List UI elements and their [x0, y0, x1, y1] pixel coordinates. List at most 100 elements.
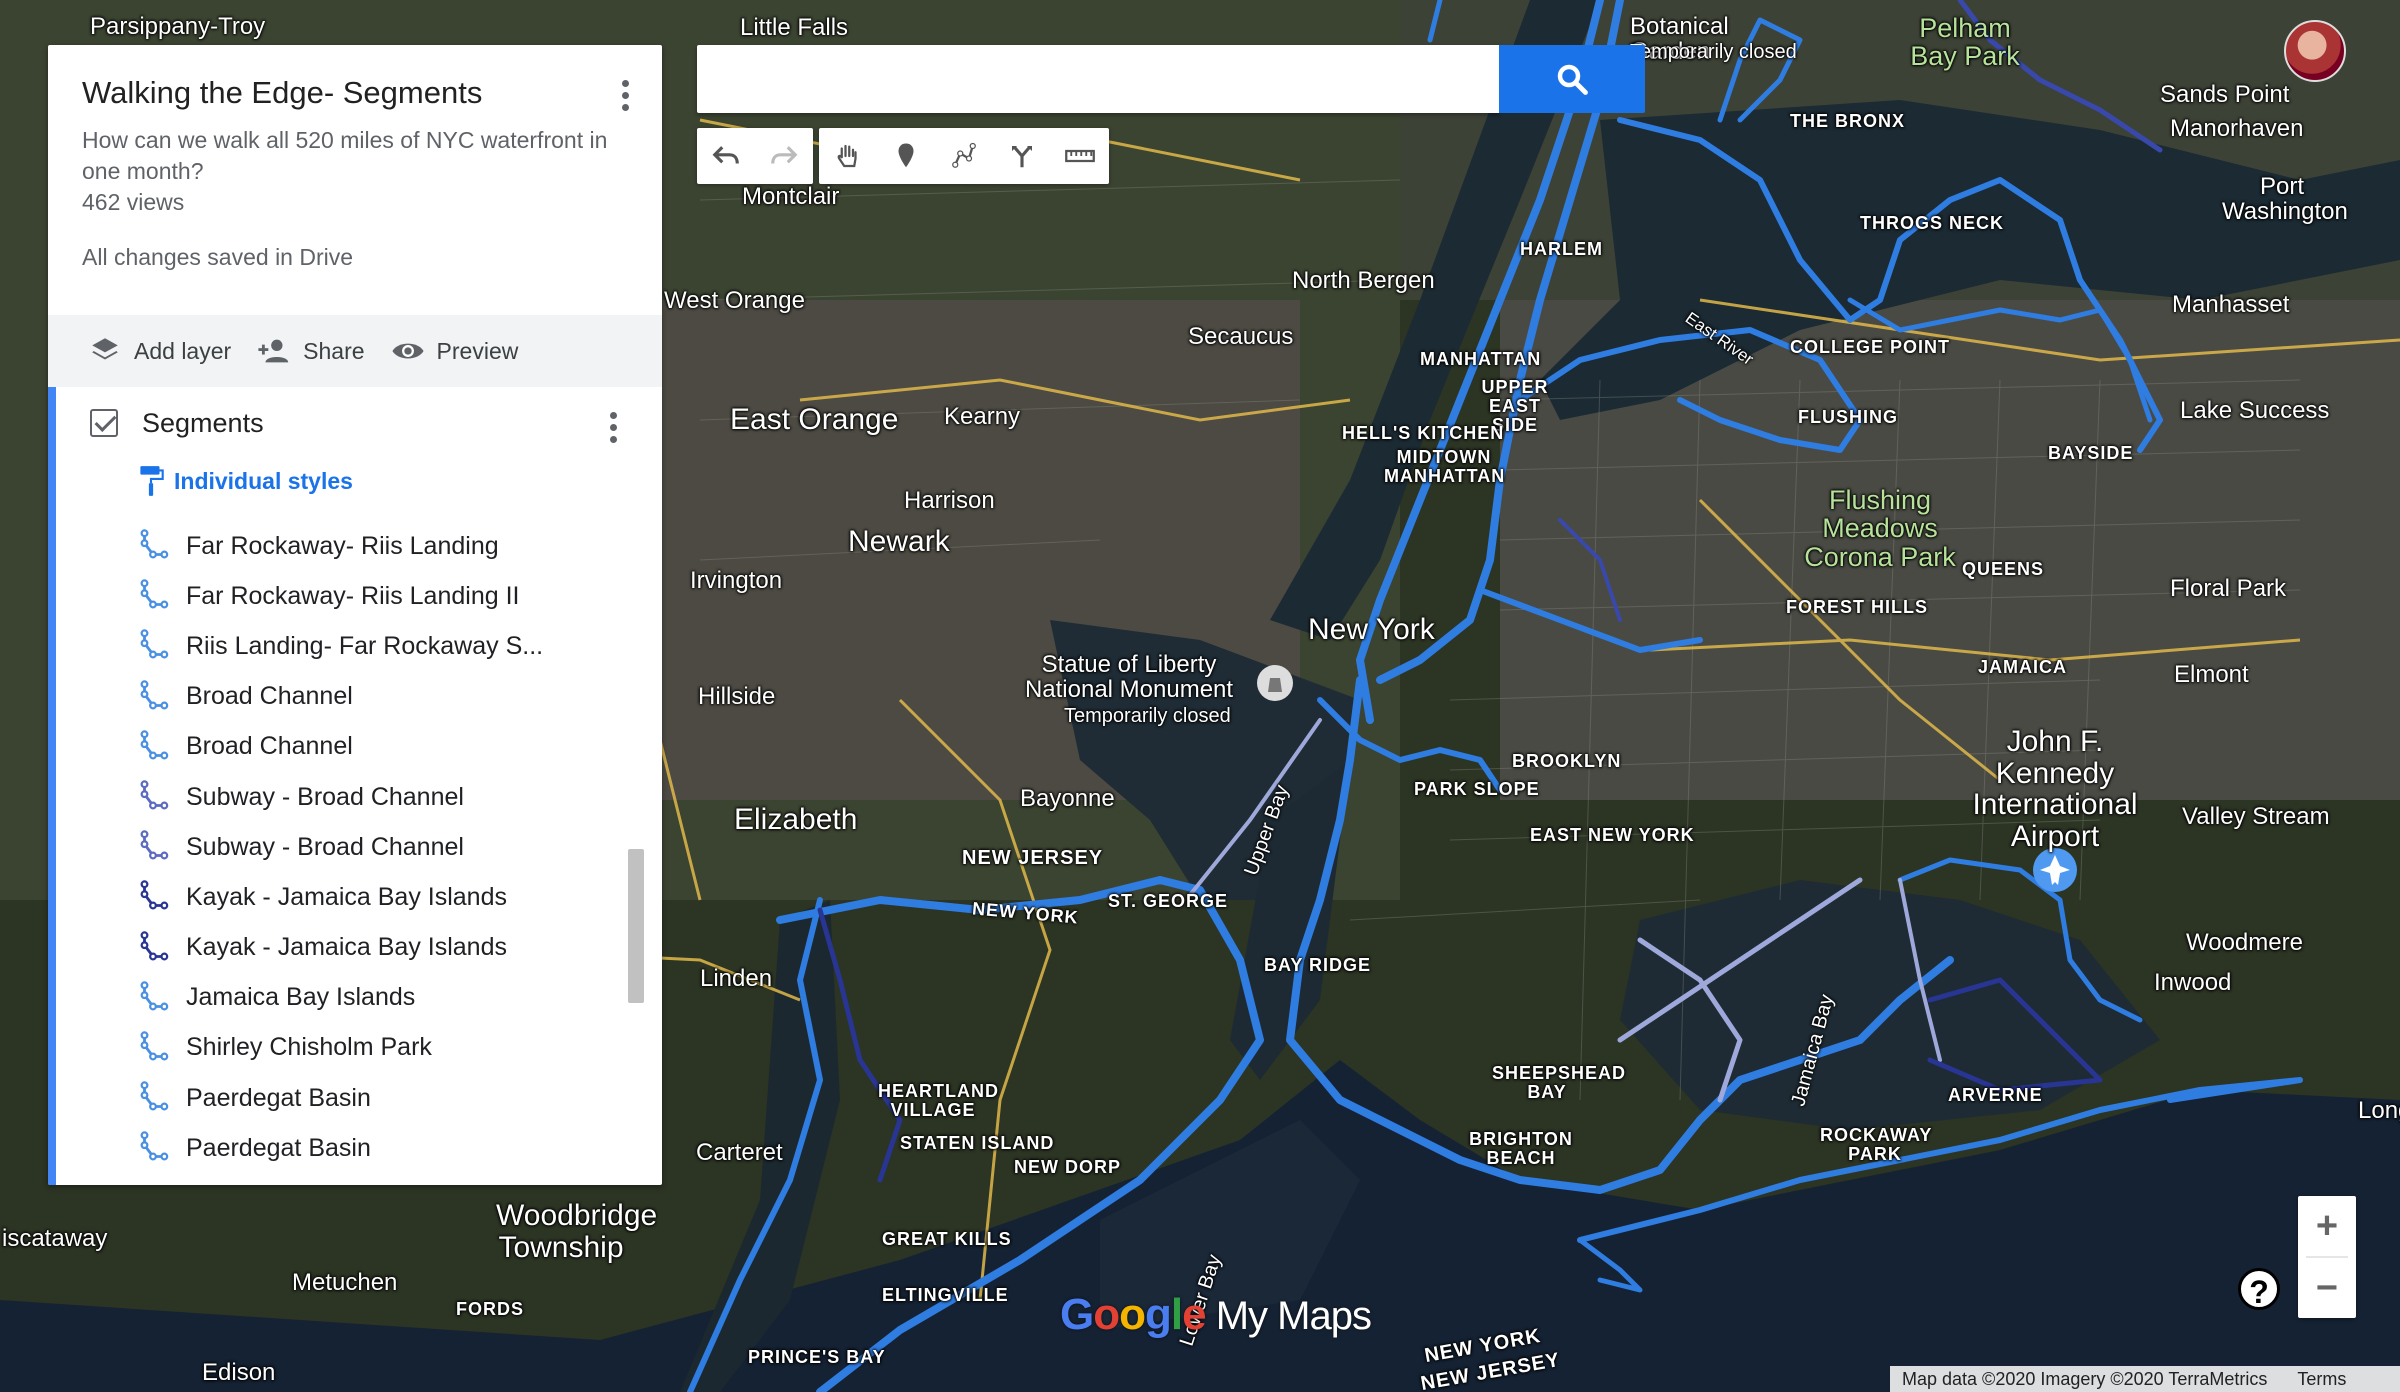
terms-link[interactable]: Terms [2297, 1369, 2346, 1390]
neighborhood-label: EAST NEW YORK [1530, 825, 1695, 845]
line-feature-icon [140, 780, 169, 810]
feature-item[interactable]: Subway - Broad Channel [48, 772, 646, 822]
neighborhood-label: MIDTOWN MANHATTAN [1384, 447, 1506, 486]
feature-label: Subway - Broad Channel [186, 782, 464, 811]
feature-label: Far Rockaway- Riis Landing [186, 531, 499, 560]
line-feature-icon [140, 880, 169, 910]
neighborhood-label: QUEENS [1962, 559, 2045, 579]
feature-item[interactable]: Far Rockaway- Riis Landing [48, 521, 646, 571]
hand-icon [837, 144, 857, 168]
save-status: All changes saved in Drive [82, 244, 354, 270]
layer-visibility-checkbox[interactable] [90, 409, 118, 437]
directions-tool[interactable] [993, 128, 1051, 184]
layer-style-link[interactable]: Individual styles [48, 459, 662, 503]
measure-tool[interactable] [1051, 128, 1109, 184]
add-layer-button[interactable]: Add layer [88, 334, 231, 368]
place-label: Linden [700, 965, 773, 992]
place-label: Manhasset [2172, 291, 2290, 318]
neighborhood-label: GREAT KILLS [882, 1229, 1012, 1249]
place-label: iscataway [2, 1225, 108, 1252]
share-button[interactable]: Share [257, 334, 365, 368]
place-label: Port Washington [2222, 173, 2348, 226]
feature-item[interactable]: Jamaica Bay Islands [48, 973, 646, 1023]
feature-item[interactable]: Broad Channel [48, 722, 646, 772]
neighborhood-label: BAY RIDGE [1264, 955, 1372, 975]
feature-item[interactable]: Paerdegat Basin [48, 1073, 646, 1123]
eye-icon [391, 343, 424, 359]
park-label: Flushing Meadows Corona Park [1804, 485, 1956, 572]
feature-item[interactable]: Broad Channel [48, 672, 646, 722]
layer-options-menu-button[interactable] [598, 409, 628, 449]
poi-label: Statue of Liberty National Monument [1024, 651, 1234, 704]
poi-status-label: Temporarily closed [1630, 41, 1797, 63]
neighborhood-label: HEARTLAND VILLAGE [878, 1081, 999, 1120]
city-label: Elizabeth [734, 803, 858, 836]
neighborhood-label: HELL'S KITCHEN [1342, 423, 1505, 443]
draw-line-icon [952, 142, 976, 168]
select-pan-tool[interactable] [819, 128, 877, 184]
feature-label: Kayak - Jamaica Bay Islands [186, 933, 507, 962]
state-label: NEW JERSEY [962, 847, 1104, 869]
undo-button[interactable] [697, 128, 755, 184]
feature-item[interactable]: Shirley Chisholm Park [48, 1023, 646, 1073]
feature-item[interactable]: Far Rockaway- Riis Landing II [48, 571, 646, 621]
neighborhood-label: THROGS NECK [1860, 213, 2005, 233]
help-button[interactable]: ? [2238, 1268, 2280, 1310]
feature-label: Paerdegat Basin [186, 1133, 371, 1162]
style-link-label: Individual styles [174, 467, 353, 494]
search-input[interactable] [697, 45, 1499, 113]
place-label: Floral Park [2170, 575, 2287, 602]
ruler-icon [1065, 149, 1095, 163]
feature-label: Far Rockaway- Riis Landing II [186, 581, 520, 610]
feature-list[interactable]: Far Rockaway- Riis Landing Far Rockaway- … [48, 521, 646, 1185]
place-label: Woodbridge Township [496, 1199, 658, 1264]
feature-label: Jamaica Bay Islands [186, 983, 416, 1012]
marker-icon [898, 143, 914, 168]
place-label: Irvington [690, 567, 783, 594]
place-label: Carteret [696, 1139, 783, 1166]
place-label: Parsippany-Troy [90, 13, 266, 40]
map-side-panel: Walking the Edge- Segments How can we wa… [48, 45, 662, 1185]
place-label: Little Falls [740, 14, 849, 41]
feature-item[interactable]: Kayak - Jamaica Bay Islands [48, 923, 646, 973]
city-label: Newark [848, 525, 950, 558]
feature-item[interactable]: Subway - Broad Channel [48, 822, 646, 872]
feature-item[interactable]: Riis Landing- Far Rockaway S... [48, 621, 646, 671]
search-icon [1557, 64, 1588, 95]
zoom-in-button[interactable]: + [2298, 1196, 2356, 1256]
feature-label: Shirley Chisholm Park [186, 1033, 432, 1062]
neighborhood-label: ST. GEORGE [1108, 891, 1229, 911]
scrollbar-thumb[interactable] [628, 849, 644, 1003]
account-avatar[interactable] [2284, 20, 2346, 82]
map-options-menu-button[interactable] [610, 77, 640, 117]
place-label: Metuchen [292, 1269, 398, 1296]
zoom-control: + − [2298, 1196, 2356, 1318]
neighborhood-label: JAMAICA [1978, 657, 2068, 677]
place-label: Elmont [2174, 661, 2249, 688]
place-label: Long [2358, 1097, 2400, 1124]
my-maps-logo-text: My Maps [1205, 1294, 1372, 1338]
feature-item[interactable]: Paerdegat Basin [48, 1123, 646, 1173]
map-description[interactable]: How can we walk all 520 miles of NYC wat… [82, 125, 622, 187]
preview-button[interactable]: Preview [391, 334, 518, 368]
redo-button[interactable] [755, 128, 813, 184]
search-button[interactable] [1499, 45, 1645, 113]
map-app: Parsippany-Troy Little Falls Botanical G… [0, 0, 2400, 1392]
line-feature-icon [140, 629, 169, 659]
zoom-out-button[interactable]: − [2298, 1258, 2356, 1318]
neighborhood-label: BRIGHTON BEACH [1469, 1129, 1573, 1168]
draw-line-tool[interactable] [935, 128, 993, 184]
layers-icon [92, 338, 118, 360]
line-feature-icon [140, 1081, 169, 1111]
poi-status-label: Temporarily closed [1064, 705, 1231, 727]
map-title[interactable]: Walking the Edge- Segments [82, 75, 628, 111]
add-person-icon [258, 339, 289, 363]
layer-name[interactable]: Segments [142, 408, 264, 439]
map-info-header[interactable]: Walking the Edge- Segments How can we wa… [48, 45, 662, 315]
line-feature-icon [140, 1131, 169, 1161]
feature-item[interactable]: Kayak - Jamaica Bay Islands [48, 872, 646, 922]
neighborhood-label: FORDS [456, 1299, 524, 1319]
add-marker-tool[interactable] [877, 128, 935, 184]
feature-list-scrollbar[interactable] [628, 521, 646, 1185]
layer-header[interactable]: Segments [48, 387, 662, 459]
